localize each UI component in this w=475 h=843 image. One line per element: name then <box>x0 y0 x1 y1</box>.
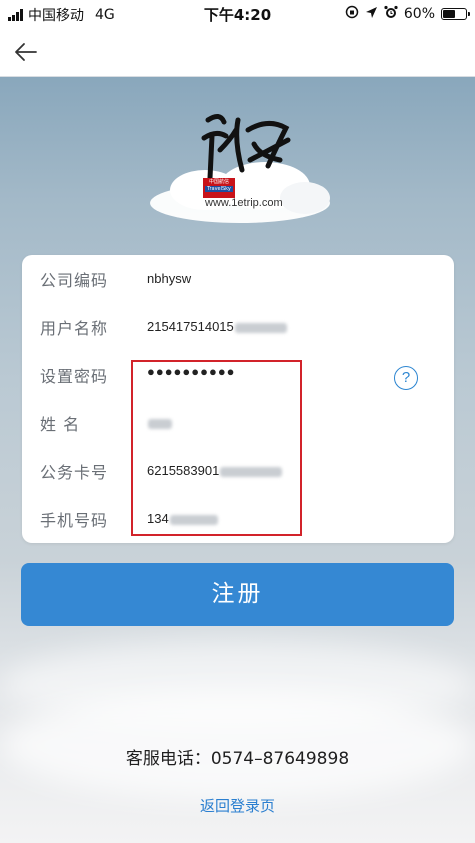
field-label: 姓 名 <box>40 415 81 434</box>
field-label: 公司编码 <box>40 271 109 290</box>
field-label: 设置密码 <box>40 367 109 386</box>
status-right: 60% <box>345 5 470 23</box>
help-icon[interactable]: ? <box>394 366 418 390</box>
screen: 中国移动 4G 下午4:20 60% 中国航信 TravelSky www.1e… <box>0 0 475 843</box>
company-code-input[interactable]: nbhysw <box>147 271 191 286</box>
app-logo: 中国航信 TravelSky www.1etrip.com <box>135 100 345 235</box>
calligraphy-logo <box>201 114 291 181</box>
highlight-box <box>131 360 302 536</box>
field-label: 用户名称 <box>40 319 109 338</box>
username-row: 用户名称 215417514015 <box>22 303 454 351</box>
register-button[interactable]: 注册 <box>21 563 454 626</box>
field-label: 公务卡号 <box>40 463 109 482</box>
field-label: 手机号码 <box>40 511 109 530</box>
rotation-lock-icon <box>345 5 359 23</box>
navigation-bar <box>0 28 475 77</box>
username-value: 215417514015 <box>147 319 234 334</box>
status-bar: 中国移动 4G 下午4:20 60% <box>0 0 475 28</box>
username-input[interactable]: 215417514015 <box>147 319 287 334</box>
battery-percent: 60% <box>403 6 435 22</box>
redacted-blur <box>234 322 287 333</box>
back-arrow-icon[interactable] <box>12 38 40 66</box>
battery-icon <box>441 8 470 20</box>
alarm-icon <box>384 5 398 23</box>
company-code-row: 公司编码 nbhysw <box>22 255 454 303</box>
travelsky-badge: 中国航信 TravelSky <box>203 178 235 198</box>
back-to-login-link[interactable]: 返回登录页 <box>0 795 475 816</box>
badge-en-text: TravelSky <box>205 186 233 192</box>
location-icon <box>365 6 378 23</box>
logo-url: www.1etrip.com <box>205 197 283 209</box>
service-hotline: 客服电话：0574–87649898 <box>125 749 350 769</box>
badge-cn-text: 中国航信 <box>208 179 229 185</box>
